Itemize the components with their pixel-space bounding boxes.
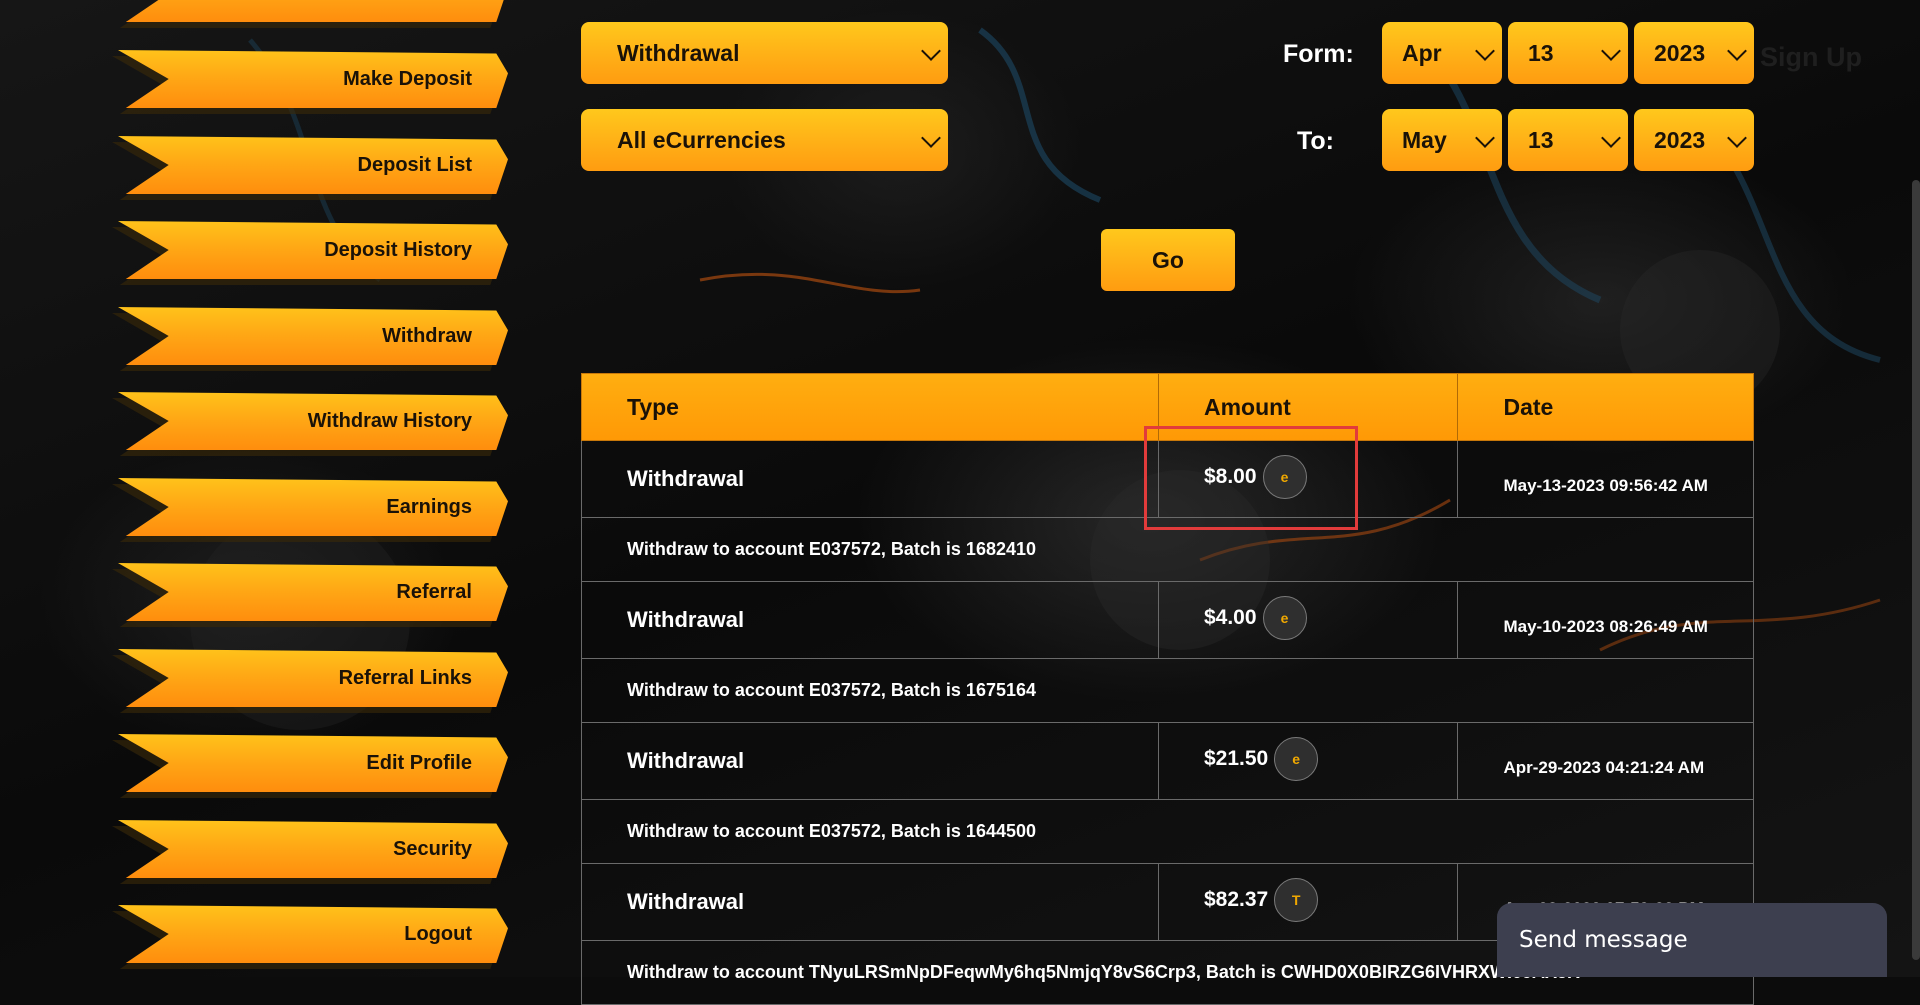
go-button[interactable]: Go (1101, 229, 1235, 291)
currency-select-value: All eCurrencies (617, 126, 786, 153)
from-day-value: 13 (1528, 39, 1554, 66)
chevron-down-icon (1727, 41, 1747, 61)
epaycore-coin-icon: e (1274, 737, 1319, 781)
sidebar-item-label: Withdraw (382, 324, 472, 347)
chevron-down-icon (1475, 41, 1495, 61)
sidebar-item-edit-profile[interactable]: Edit Profile (112, 734, 508, 798)
sidebar-item-label: Logout (404, 922, 472, 945)
row-type: Withdrawal (582, 864, 1159, 940)
sidebar-item-deposit-list[interactable]: Deposit List (112, 136, 508, 200)
column-header-type: Type (582, 374, 1159, 440)
row-amount: $82.37 T (1159, 864, 1459, 940)
epaycore-coin-icon: e (1262, 596, 1307, 640)
sidebar-item-deposit-history[interactable]: Deposit History (112, 221, 508, 285)
row-date: Apr-29-2023 04:21:24 AM (1503, 758, 1705, 777)
to-month-value: May (1402, 126, 1447, 153)
tether-coin-icon: T (1274, 878, 1319, 922)
row-date: May-10-2023 08:26:49 AM (1503, 617, 1708, 636)
from-year-value: 2023 (1654, 39, 1706, 66)
to-month-select[interactable]: May (1382, 109, 1502, 171)
sidebar-item-label: Earnings (386, 495, 472, 518)
from-month-select[interactable]: Apr (1382, 22, 1502, 84)
sidebar-item-label: Make Deposit (343, 67, 472, 90)
sidebar-item-label: Deposit History (324, 238, 472, 261)
table-row: Withdrawal $4.00 e May-10-2023 08:26:49 … (581, 582, 1754, 659)
sidebar-menu: Dashboard Make Deposit Deposit List Depo… (0, 0, 520, 977)
sidebar-item-label: Security (393, 837, 472, 860)
chevron-down-icon (1601, 41, 1621, 61)
amount-value: $82.37 (1203, 888, 1269, 911)
send-message-button[interactable]: Send message (1497, 903, 1887, 977)
sidebar-item-label: Edit Profile (366, 751, 472, 774)
sidebar-item-withdraw[interactable]: Withdraw (112, 307, 508, 371)
sidebar-item-label: Referral (396, 580, 472, 603)
sidebar-item-label: Dashboard (368, 0, 472, 22)
sidebar-item-dashboard[interactable]: Dashboard (112, 0, 508, 28)
row-type: Withdrawal (582, 441, 1159, 517)
page-scrollbar[interactable] (1912, 180, 1920, 960)
row-description: Withdraw to account E037572, Batch is 16… (581, 800, 1754, 864)
to-year-select[interactable]: 2023 (1634, 109, 1754, 171)
sidebar-item-security[interactable]: Security (112, 820, 508, 884)
sidebar-item-referral[interactable]: Referral (112, 563, 508, 627)
sidebar-item-label: Referral Links (338, 666, 472, 689)
amount-value: $21.50 (1203, 747, 1269, 770)
sidebar-item-withdraw-history[interactable]: Withdraw History (112, 392, 508, 456)
table-row: Withdrawal $21.50 e Apr-29-2023 04:21:24… (581, 723, 1754, 800)
from-day-select[interactable]: 13 (1508, 22, 1628, 84)
signup-link[interactable]: Sign Up (1760, 42, 1862, 73)
from-label: Form: (1283, 40, 1354, 68)
currency-select[interactable]: All eCurrencies (581, 109, 948, 171)
sidebar-item-logout[interactable]: Logout (112, 905, 508, 969)
from-month-value: Apr (1402, 39, 1442, 66)
type-select[interactable]: Withdrawal (581, 22, 948, 84)
chevron-down-icon (1727, 128, 1747, 148)
row-amount: $4.00 e (1159, 582, 1459, 658)
to-year-value: 2023 (1654, 126, 1706, 153)
sidebar-item-earnings[interactable]: Earnings (112, 478, 508, 542)
highlight-box (1144, 426, 1358, 530)
column-header-date: Date (1503, 393, 1554, 420)
sidebar-item-make-deposit[interactable]: Make Deposit (112, 50, 508, 114)
row-type: Withdrawal (582, 582, 1159, 658)
chevron-down-icon (1601, 128, 1621, 148)
chevron-down-icon (921, 128, 941, 148)
to-day-select[interactable]: 13 (1508, 109, 1628, 171)
sidebar-item-label: Withdraw History (307, 409, 472, 432)
sidebar-item-referral-links[interactable]: Referral Links (112, 649, 508, 713)
row-date: May-13-2023 09:56:42 AM (1503, 476, 1708, 495)
row-type: Withdrawal (582, 723, 1159, 799)
type-select-value: Withdrawal (617, 39, 740, 66)
chevron-down-icon (1475, 128, 1495, 148)
row-description: Withdraw to account E037572, Batch is 16… (581, 659, 1754, 723)
from-year-select[interactable]: 2023 (1634, 22, 1754, 84)
to-day-value: 13 (1528, 126, 1554, 153)
chevron-down-icon (921, 41, 941, 61)
sidebar-item-label: Deposit List (357, 153, 472, 176)
amount-value: $4.00 (1203, 606, 1257, 629)
to-label: To: (1297, 127, 1335, 155)
row-amount: $21.50 e (1159, 723, 1459, 799)
